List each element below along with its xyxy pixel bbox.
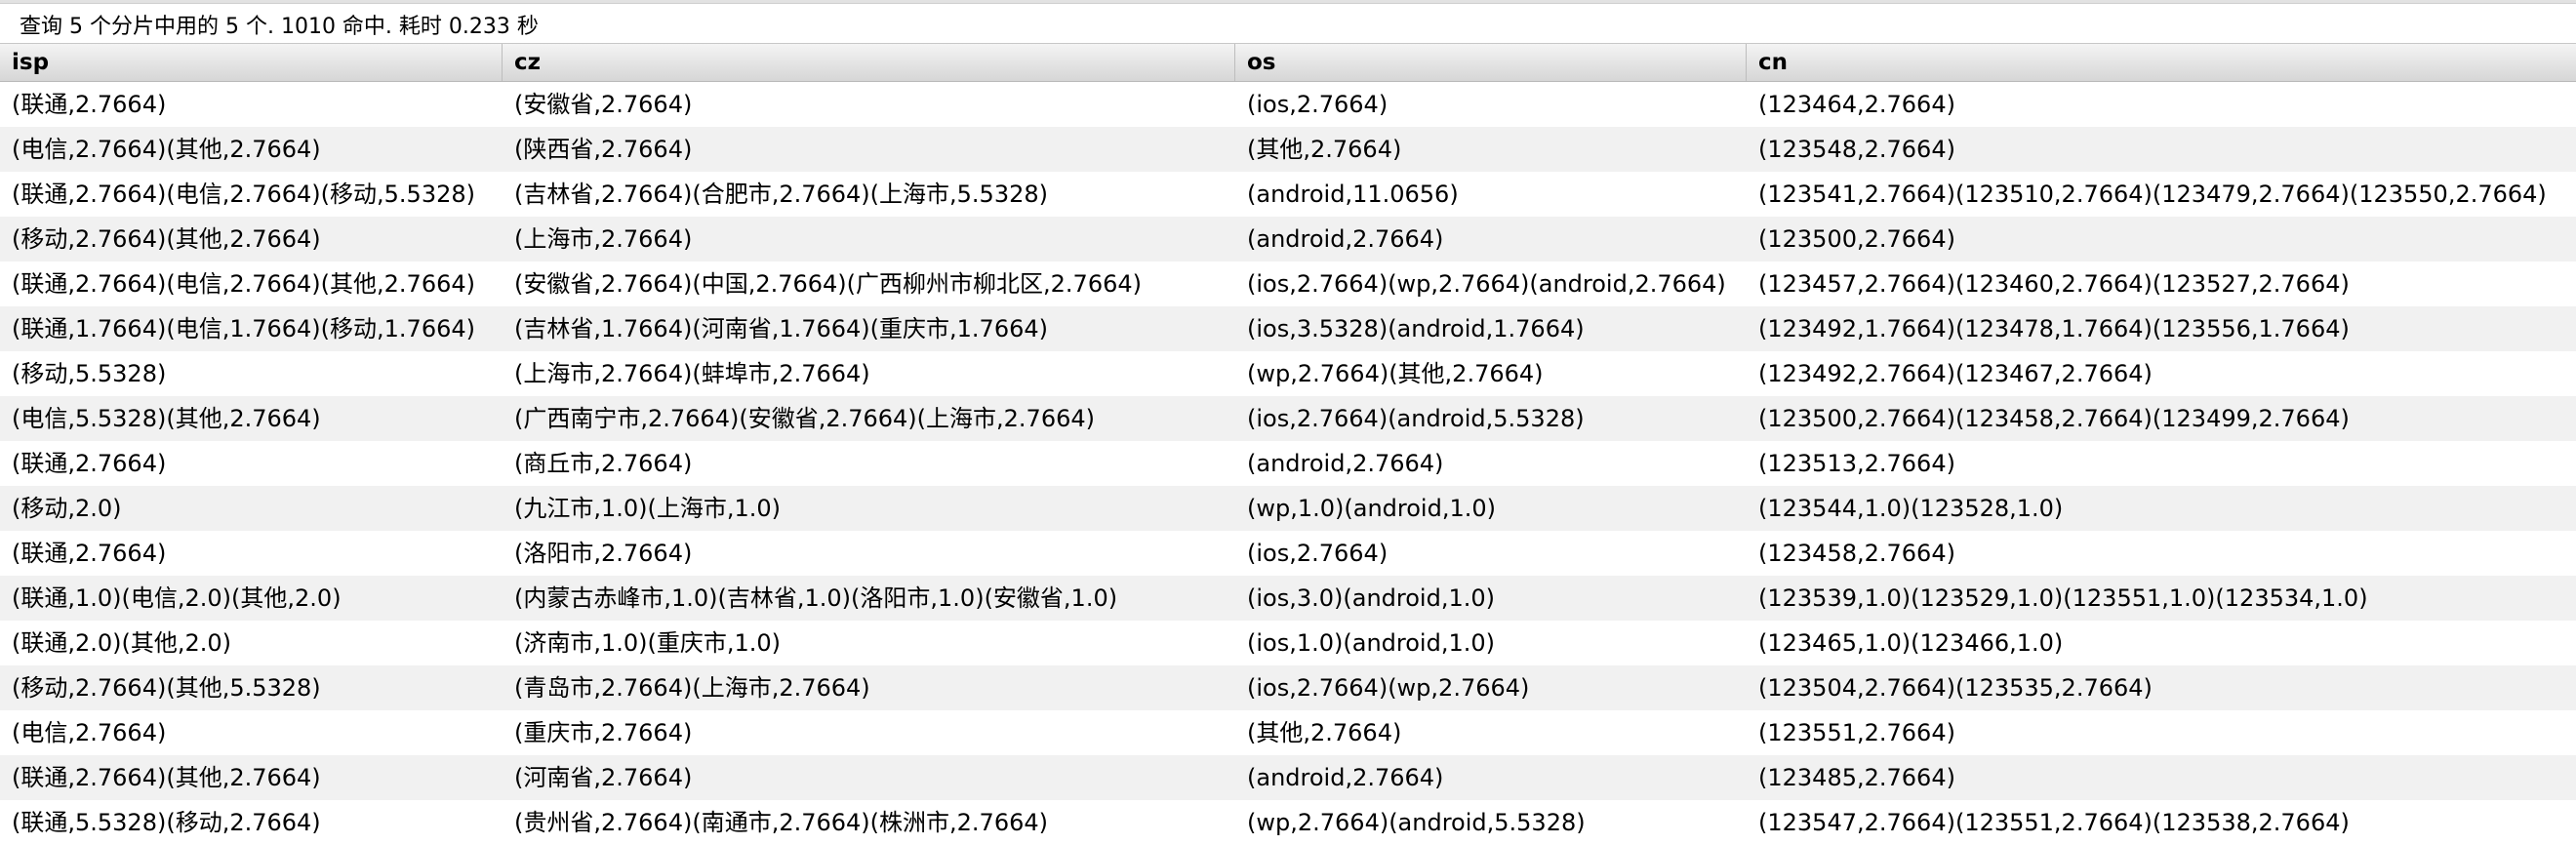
cell-cn: (123458,2.7664) — [1758, 540, 1955, 567]
cell-isp: (移动,5.5328) — [12, 360, 167, 387]
cell-os: (其他,2.7664) — [1247, 719, 1402, 746]
table-header: isp cz os cn — [0, 43, 2576, 82]
table-row[interactable]: (联通,1.7664)(电信,1.7664)(移动,1.7664) (吉林省,1.… — [0, 306, 2576, 351]
cell-cn: (123548,2.7664) — [1758, 136, 1955, 163]
cell-os: (ios,2.7664) — [1247, 91, 1389, 118]
cell-os: (其他,2.7664) — [1247, 136, 1402, 163]
table-row[interactable]: (电信,2.7664)(其他,2.7664) (陕西省,2.7664) (其他,2.… — [0, 127, 2576, 172]
table-row[interactable]: (联通,2.7664) (洛阳市,2.7664) (ios,2.7664) (1234… — [0, 531, 2576, 576]
table-row[interactable]: (移动,2.7664)(其他,5.5328) (青岛市,2.7664)(上海市,2… — [0, 665, 2576, 710]
cell-os: (android,11.0656) — [1247, 181, 1459, 208]
cell-isp: (联通,1.0)(电信,2.0)(其他,2.0) — [12, 584, 342, 612]
cell-cz: (上海市,2.7664)(蚌埠市,2.7664) — [514, 360, 870, 387]
cell-cz: (广西南宁市,2.7664)(安徽省,2.7664)(上海市,2.7664) — [514, 405, 1095, 432]
cell-cn: (123513,2.7664) — [1758, 450, 1955, 477]
table-body: (联通,2.7664) (安徽省,2.7664) (ios,2.7664) (1234… — [0, 82, 2576, 845]
table-row[interactable]: (联通,2.7664) (商丘市,2.7664) (android,2.7664) (… — [0, 441, 2576, 486]
cell-isp: (电信,2.7664) — [12, 719, 167, 746]
query-status-text: 查询 5 个分片中用的 5 个. 1010 命中. 耗时 0.233 秒 — [20, 15, 539, 39]
table-row[interactable]: (联通,2.7664)(电信,2.7664)(移动,5.5328) (吉林省,2.… — [0, 172, 2576, 217]
column-header-isp[interactable]: isp — [0, 44, 503, 81]
cell-isp: (联通,2.0)(其他,2.0) — [12, 629, 232, 657]
cell-cn: (123544,1.0)(123528,1.0) — [1758, 495, 2064, 522]
table-row[interactable]: (联通,1.0)(电信,2.0)(其他,2.0) (内蒙古赤峰市,1.0)(吉林省… — [0, 576, 2576, 621]
cell-os: (ios,2.7664) — [1247, 540, 1389, 567]
cell-cz: (商丘市,2.7664) — [514, 450, 693, 477]
table-row[interactable]: (电信,2.7664) (重庆市,2.7664) (其他,2.7664) (12355… — [0, 710, 2576, 755]
cell-isp: (移动,2.7664)(其他,5.5328) — [12, 674, 321, 702]
cell-os: (wp,2.7664)(其他,2.7664) — [1247, 360, 1544, 387]
cell-cz: (吉林省,1.7664)(河南省,1.7664)(重庆市,1.7664) — [514, 315, 1048, 342]
cell-isp: (联通,1.7664)(电信,1.7664)(移动,1.7664) — [12, 315, 475, 342]
table-row[interactable]: (联通,2.0)(其他,2.0) (济南市,1.0)(重庆市,1.0) (ios,1… — [0, 621, 2576, 665]
cell-isp: (联通,2.7664)(电信,2.7664)(其他,2.7664) — [12, 270, 475, 298]
cell-isp: (联通,2.7664) — [12, 540, 167, 567]
cell-isp: (联通,2.7664) — [12, 450, 167, 477]
cell-os: (ios,1.0)(android,1.0) — [1247, 629, 1495, 657]
cell-cz: (济南市,1.0)(重庆市,1.0) — [514, 629, 782, 657]
cell-cz: (河南省,2.7664) — [514, 764, 693, 791]
results-table: isp cz os cn (联通,2.7664) (安徽省,2.7664) (ios… — [0, 43, 2576, 845]
column-header-os[interactable]: os — [1235, 44, 1747, 81]
column-header-cz[interactable]: cz — [503, 44, 1235, 81]
cell-cz: (安徽省,2.7664) — [514, 91, 693, 118]
cell-os: (android,2.7664) — [1247, 225, 1444, 253]
cell-cz: (重庆市,2.7664) — [514, 719, 693, 746]
cell-cn: (123492,1.7664)(123478,1.7664)(123556,1.… — [1758, 315, 2350, 342]
cell-cn: (123541,2.7664)(123510,2.7664)(123479,2.… — [1758, 181, 2547, 208]
cell-os: (ios,2.7664)(android,5.5328) — [1247, 405, 1585, 432]
cell-cn: (123504,2.7664)(123535,2.7664) — [1758, 674, 2153, 702]
table-row[interactable]: (联通,2.7664) (安徽省,2.7664) (ios,2.7664) (1234… — [0, 82, 2576, 127]
cell-cz: (青岛市,2.7664)(上海市,2.7664) — [514, 674, 870, 702]
table-row[interactable]: (联通,5.5328)(移动,2.7664) (贵州省,2.7664)(南通市,2… — [0, 800, 2576, 845]
cell-isp: (电信,5.5328)(其他,2.7664) — [12, 405, 321, 432]
cell-os: (ios,2.7664)(wp,2.7664) — [1247, 674, 1530, 702]
table-row[interactable]: (移动,2.0) (九江市,1.0)(上海市,1.0) (wp,1.0)(andro… — [0, 486, 2576, 531]
table-row[interactable]: (电信,5.5328)(其他,2.7664) (广西南宁市,2.7664)(安徽省… — [0, 396, 2576, 441]
column-header-cn[interactable]: cn — [1747, 44, 2576, 81]
cell-os: (wp,2.7664)(android,5.5328) — [1247, 809, 1586, 836]
table-row[interactable]: (移动,2.7664)(其他,2.7664) (上海市,2.7664) (andro… — [0, 217, 2576, 262]
cell-os: (ios,3.0)(android,1.0) — [1247, 584, 1495, 612]
cell-cz: (陕西省,2.7664) — [514, 136, 693, 163]
cell-cn: (123485,2.7664) — [1758, 764, 1955, 791]
cell-cz: (上海市,2.7664) — [514, 225, 693, 253]
cell-isp: (电信,2.7664)(其他,2.7664) — [12, 136, 321, 163]
table-row[interactable]: (移动,5.5328) (上海市,2.7664)(蚌埠市,2.7664) (wp,2… — [0, 351, 2576, 396]
cell-isp: (联通,2.7664)(电信,2.7664)(移动,5.5328) — [12, 181, 475, 208]
cell-os: (android,2.7664) — [1247, 450, 1444, 477]
cell-cz: (贵州省,2.7664)(南通市,2.7664)(株洲市,2.7664) — [514, 809, 1048, 836]
cell-cn: (123539,1.0)(123529,1.0)(123551,1.0)(123… — [1758, 584, 2368, 612]
cell-cn: (123551,2.7664) — [1758, 719, 1955, 746]
cell-isp: (联通,2.7664)(其他,2.7664) — [12, 764, 321, 791]
cell-isp: (移动,2.0) — [12, 495, 122, 522]
cell-cn: (123492,2.7664)(123467,2.7664) — [1758, 360, 2153, 387]
cell-cz: (洛阳市,2.7664) — [514, 540, 693, 567]
cell-cn: (123457,2.7664)(123460,2.7664)(123527,2.… — [1758, 270, 2350, 298]
cell-cn: (123500,2.7664) — [1758, 225, 1955, 253]
cell-os: (wp,1.0)(android,1.0) — [1247, 495, 1496, 522]
table-row[interactable]: (联通,2.7664)(电信,2.7664)(其他,2.7664) (安徽省,2.… — [0, 262, 2576, 306]
cell-os: (android,2.7664) — [1247, 764, 1444, 791]
top-border — [0, 0, 2576, 4]
cell-cn: (123464,2.7664) — [1758, 91, 1955, 118]
cell-os: (ios,2.7664)(wp,2.7664)(android,2.7664) — [1247, 270, 1726, 298]
cell-cn: (123500,2.7664)(123458,2.7664)(123499,2.… — [1758, 405, 2350, 432]
cell-isp: (联通,2.7664) — [12, 91, 167, 118]
cell-cz: (安徽省,2.7664)(中国,2.7664)(广西柳州市柳北区,2.7664) — [514, 270, 1142, 298]
cell-cn: (123547,2.7664)(123551,2.7664)(123538,2.… — [1758, 809, 2350, 836]
cell-cn: (123465,1.0)(123466,1.0) — [1758, 629, 2064, 657]
cell-cz: (内蒙古赤峰市,1.0)(吉林省,1.0)(洛阳市,1.0)(安徽省,1.0) — [514, 584, 1118, 612]
cell-cz: (九江市,1.0)(上海市,1.0) — [514, 495, 782, 522]
cell-isp: (联通,5.5328)(移动,2.7664) — [12, 809, 321, 836]
cell-cz: (吉林省,2.7664)(合肥市,2.7664)(上海市,5.5328) — [514, 181, 1048, 208]
table-row[interactable]: (联通,2.7664)(其他,2.7664) (河南省,2.7664) (andro… — [0, 755, 2576, 800]
cell-os: (ios,3.5328)(android,1.7664) — [1247, 315, 1585, 342]
cell-isp: (移动,2.7664)(其他,2.7664) — [12, 225, 321, 253]
